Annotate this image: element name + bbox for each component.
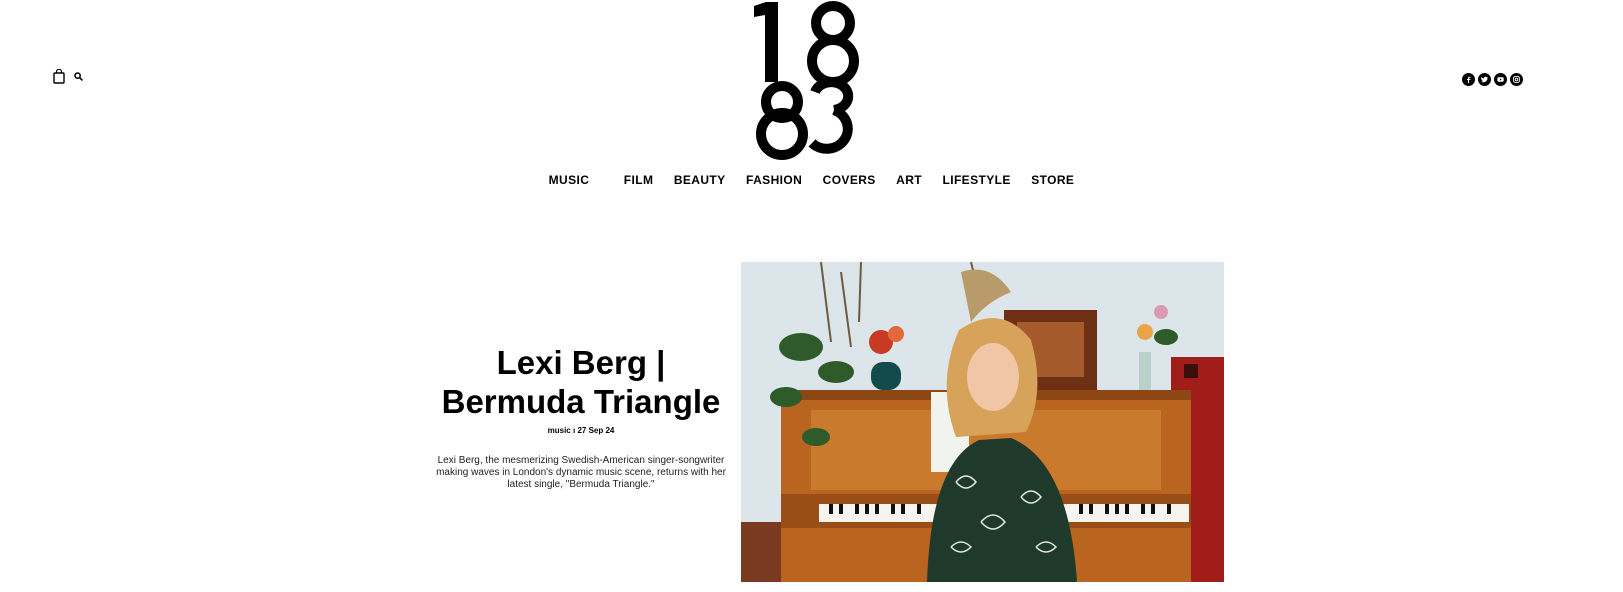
twitter-icon[interactable]: [1478, 73, 1491, 86]
article-category[interactable]: music: [548, 426, 571, 435]
article-meta: music ı 27 Sep 24: [436, 426, 726, 435]
article-title[interactable]: Lexi Berg | Bermuda Triangle: [436, 343, 726, 421]
article-date: 27 Sep 24: [577, 426, 615, 435]
nav-item-music[interactable]: MUSIC: [549, 173, 590, 187]
instagram-icon[interactable]: [1510, 73, 1523, 86]
article-summary: Lexi Berg | Bermuda Triangle music ı 27 …: [436, 343, 726, 491]
facebook-icon[interactable]: [1462, 73, 1475, 86]
excerpt-line-1: Lexi Berg, the mesmerizing Swedish-Ameri…: [437, 455, 725, 466]
nav-item-covers[interactable]: COVERS: [823, 173, 876, 187]
nav-item-art[interactable]: ART: [896, 173, 922, 187]
youtube-icon[interactable]: [1494, 73, 1507, 86]
article-title-line-2: Bermuda Triangle: [441, 383, 721, 420]
article-excerpt: Lexi Berg, the mesmerizing Swedish-Ameri…: [436, 455, 726, 491]
excerpt-line-2: making waves in London's dynamic music s…: [436, 467, 726, 478]
nav-item-store[interactable]: STORE: [1031, 173, 1074, 187]
article-featured-image[interactable]: [741, 262, 1224, 582]
meta-separator: ı: [572, 426, 576, 435]
shopping-bag-icon[interactable]: [53, 69, 65, 84]
excerpt-line-3: latest single, "Bermuda Triangle.": [507, 479, 655, 490]
nav-item-beauty[interactable]: BEAUTY: [674, 173, 726, 187]
nav-item-film[interactable]: FILM: [624, 173, 654, 187]
search-icon[interactable]: [74, 72, 83, 81]
main-nav: MUSIC FILM BEAUTY FASHION COVERS ART LIF…: [0, 171, 1623, 189]
social-links: [1462, 73, 1523, 86]
site-logo[interactable]: [752, 0, 867, 160]
nav-item-fashion[interactable]: FASHION: [746, 173, 802, 187]
article-title-line-1: Lexi Berg |: [496, 344, 666, 381]
header-utility-icons: [53, 69, 83, 84]
nav-item-lifestyle[interactable]: LIFESTYLE: [942, 173, 1010, 187]
